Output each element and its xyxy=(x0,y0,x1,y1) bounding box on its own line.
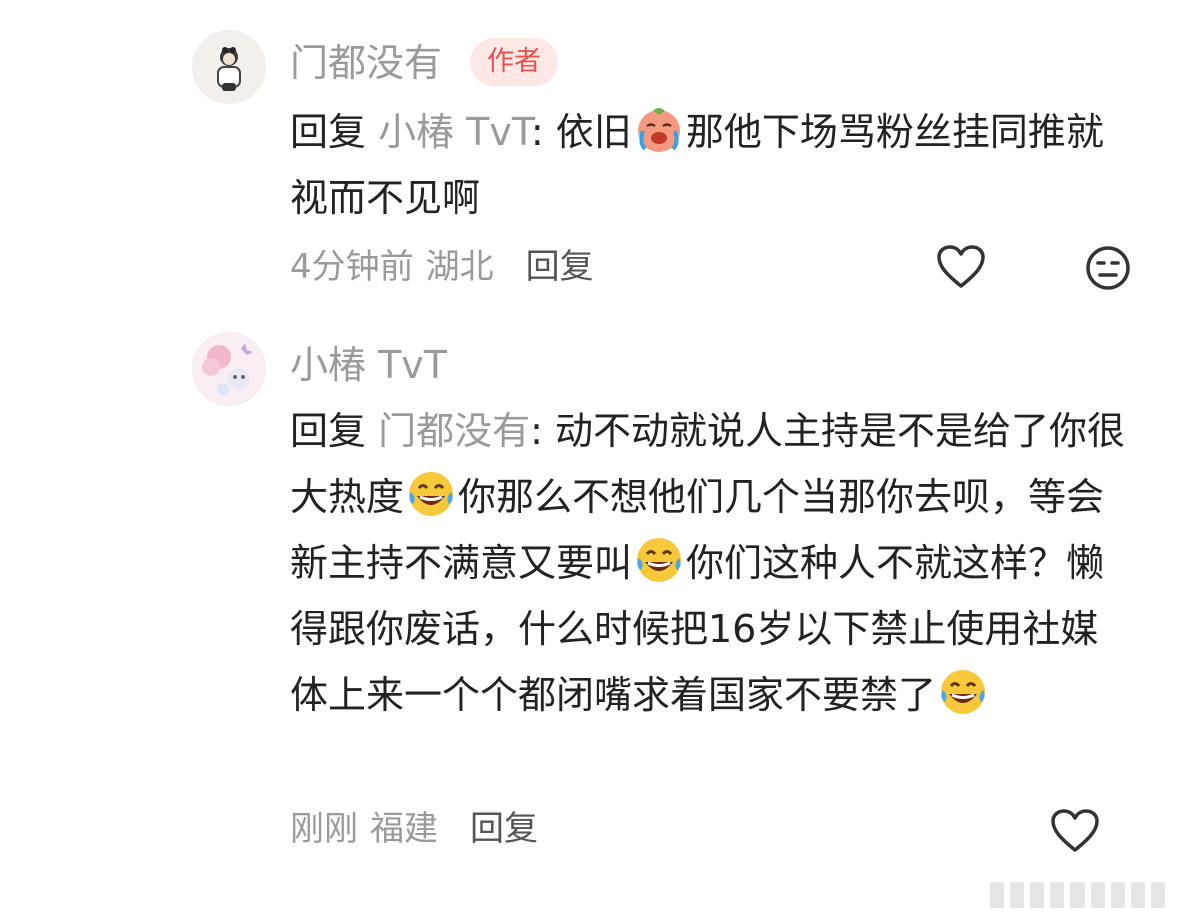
crying-face-emoji xyxy=(637,108,680,152)
avatar[interactable] xyxy=(192,332,266,406)
reply-target-user[interactable]: 小椿 TvT xyxy=(378,110,531,154)
username[interactable]: 门都没有 xyxy=(290,44,442,82)
reply-button[interactable]: 回复 xyxy=(470,809,538,849)
comment-text: 回复 门都没有: 动不动就说人主持是不是给了你很大热度 你那么不想他们几个当那你… xyxy=(290,398,1130,728)
comment-meta: 刚刚 福建 回复 xyxy=(290,812,550,846)
reply-prefix: 回复 xyxy=(290,110,379,154)
user-avatar-image xyxy=(193,31,265,103)
reply-button[interactable]: 回复 xyxy=(526,247,594,287)
comment-item: 小椿 TvT 回复 门都没有: 动不动就说人主持是不是给了你很大热度 你那么不想… xyxy=(0,300,1179,916)
laughing-tears-emoji xyxy=(637,538,682,582)
comment-meta: 4分钟前 湖北 回复 xyxy=(290,250,606,284)
timestamp: 4分钟前 xyxy=(290,247,414,287)
reply-prefix: 回复 xyxy=(290,409,379,453)
heart-outline-icon xyxy=(937,245,985,288)
avatar[interactable] xyxy=(192,30,266,104)
author-badge: 作者 xyxy=(470,38,558,86)
timestamp: 刚刚 xyxy=(290,809,358,849)
meh-face-icon xyxy=(1086,246,1130,290)
laughing-tears-emoji xyxy=(409,472,454,516)
username[interactable]: 小椿 TvT xyxy=(290,346,447,384)
location: 湖北 xyxy=(425,247,494,287)
comment-item: 门都没有 作者 回复 小椿 TvT: 依旧 那他下场骂粉丝挂同推就视而不见啊 4… xyxy=(0,0,1179,300)
reply-target-user[interactable]: 门都没有 xyxy=(378,409,530,453)
heart-outline-icon xyxy=(1051,809,1099,852)
bottom-page-indicator xyxy=(990,882,1165,908)
location: 福建 xyxy=(370,809,438,849)
like-button[interactable] xyxy=(936,244,986,294)
laughing-tears-emoji xyxy=(941,670,986,714)
dislike-button[interactable] xyxy=(1084,244,1132,296)
comment-text-part: : 依旧 xyxy=(530,110,632,154)
comment-text: 回复 小椿 TvT: 依旧 那他下场骂粉丝挂同推就视而不见啊 xyxy=(290,99,1130,231)
like-button[interactable] xyxy=(1050,808,1100,858)
user-avatar-image xyxy=(193,333,265,405)
